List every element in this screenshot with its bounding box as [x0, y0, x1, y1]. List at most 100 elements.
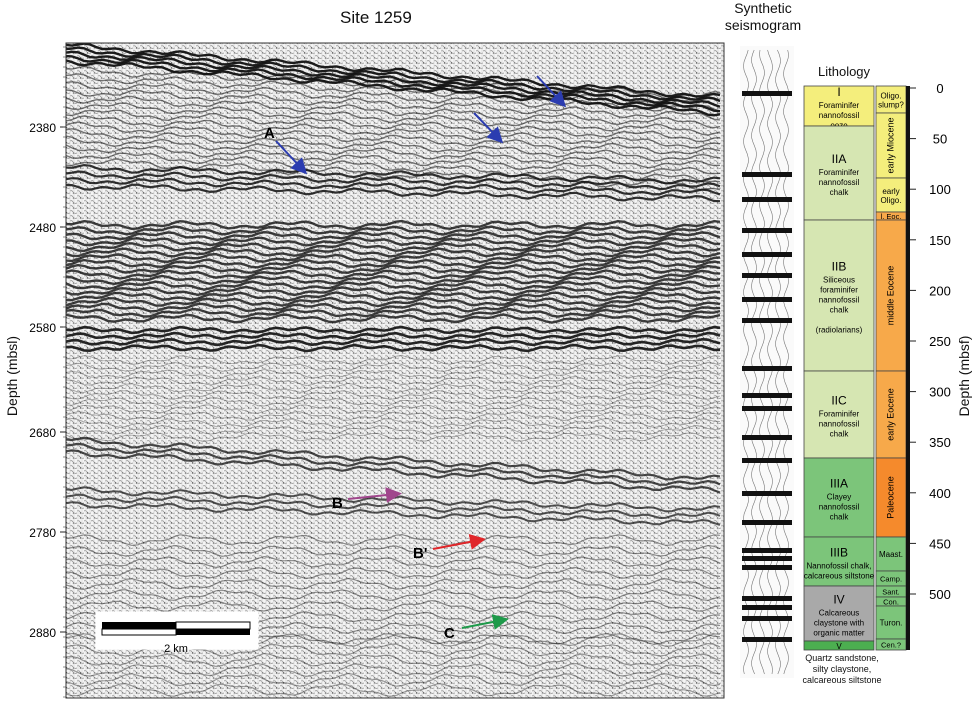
age-unit-label: Camp.: [880, 575, 902, 584]
synthetic-band: [742, 616, 792, 621]
right-tick-label: 500: [929, 587, 951, 602]
synthetic-band: [742, 548, 792, 553]
synthetic-band: [742, 435, 792, 440]
synthetic-band: [742, 228, 792, 233]
bottom-note-line2: silty claystone,: [812, 664, 872, 674]
scale-bar: 2 km: [95, 611, 259, 655]
lith-unit-desc: Foraminifer: [819, 101, 860, 110]
synthetic-band: [742, 565, 792, 570]
label-c: C: [444, 625, 455, 642]
lith-unit-code: IIB: [832, 260, 847, 274]
synthetic-band: [742, 318, 792, 323]
left-tick-label: 2580: [29, 321, 56, 335]
right-tick-label: 450: [929, 536, 951, 551]
lith-unit-desc: chalk: [830, 513, 850, 522]
age-unit-label: Oligo.: [881, 92, 902, 101]
label-b-prime: B': [413, 545, 427, 562]
synthetic-band: [742, 297, 792, 302]
synthetic-band: [742, 393, 792, 398]
lith-unit-desc: nannofossil: [819, 503, 860, 512]
lith-unit-desc: chalk: [830, 188, 850, 197]
lith-unit-desc: Calcareous: [819, 609, 859, 618]
lithology-column: IForaminifernannofossiloozeIIAForaminife…: [803, 85, 875, 651]
age-column: Oligo.slump?early MioceneearlyOligo.l. E…: [875, 85, 910, 651]
age-unit-label: Turon.: [880, 619, 903, 628]
lith-unit-desc: nannofossil: [819, 420, 860, 429]
left-tick-label: 2680: [29, 426, 56, 440]
age-unit-label: middle Eocene: [885, 266, 895, 326]
lith-unit-desc: foraminifer: [820, 286, 858, 295]
synthetic-band: [742, 172, 792, 177]
right-tick-label: 150: [929, 233, 951, 248]
synthetic-band: [742, 637, 792, 642]
label-b: B: [332, 495, 343, 512]
lith-unit-desc: nannofossil: [819, 111, 860, 120]
lith-unit-desc: chalk: [830, 430, 850, 439]
lith-unit-desc: nannofossil: [819, 178, 860, 187]
age-unit-label: slump?: [878, 101, 904, 110]
age-unit-label: early: [882, 187, 899, 196]
synthetic-band: [742, 273, 792, 278]
age-unit-label: early Miocene: [885, 117, 895, 173]
synthetic-band: [742, 252, 792, 257]
lith-unit-desc: Siliceous: [823, 276, 855, 285]
left-tick-label: 2380: [29, 121, 56, 135]
lith-unit-code: IIIA: [830, 477, 848, 491]
right-tick-label: 400: [929, 486, 951, 501]
right-tick-label: 300: [929, 385, 951, 400]
synthetic-band: [742, 366, 792, 371]
synthetic-band: [742, 91, 792, 96]
lith-unit-code: I: [837, 85, 840, 99]
age-column-edge: [906, 86, 910, 650]
lith-unit-code: V: [836, 642, 842, 651]
lith-unit-desc: Nannofossil chalk,: [807, 562, 872, 571]
age-unit-label: Cen.?: [881, 641, 901, 650]
synthetic-band: [742, 520, 792, 525]
synthetic-seismogram: [740, 46, 794, 678]
right-tick-label: 250: [929, 334, 951, 349]
seismic-profile: [66, 43, 724, 698]
bottom-note-line1: Quartz sandstone,: [805, 653, 879, 663]
lith-unit-code: IIC: [831, 394, 847, 408]
bottom-note-line3: calcareous siltstone: [802, 675, 882, 685]
synthetic-band: [742, 596, 792, 601]
synthetic-band: [742, 458, 792, 463]
bottom-unit-note: Quartz sandstone, silty claystone, calca…: [796, 653, 888, 686]
age-unit-label: Paleocene: [885, 476, 895, 519]
right-tick-label: 350: [929, 435, 951, 450]
right-tick-label: 50: [933, 132, 947, 147]
synthetic-band: [742, 556, 792, 561]
label-a: A: [264, 125, 275, 142]
lith-unit-desc: calcareous siltstone: [804, 572, 875, 581]
right-axis: 0 50 100 150 200 250 300 350 400 450 500: [910, 81, 951, 602]
left-axis: 2380 2480 2580 2680 2780 2880: [29, 46, 66, 698]
lith-unit-code: IIA: [832, 152, 847, 166]
synthetic-band: [742, 406, 792, 411]
age-unit-label: Sant.: [882, 588, 900, 597]
lith-unit-desc: (radiolarians): [816, 326, 863, 335]
lith-unit-desc: Foraminifer: [819, 168, 860, 177]
left-tick-label: 2880: [29, 626, 56, 640]
right-tick-label: 100: [929, 182, 951, 197]
lith-unit-desc: Clayey: [827, 493, 851, 502]
age-unit-label: Con.: [883, 598, 899, 607]
right-tick-label: 0: [936, 81, 943, 96]
scale-bar-label: 2 km: [164, 643, 188, 655]
right-tick-label: 200: [929, 283, 951, 298]
lith-unit-desc: organic matter: [813, 629, 864, 638]
left-tick-label: 2480: [29, 221, 56, 235]
synthetic-band: [742, 491, 792, 496]
synthetic-band: [742, 605, 792, 610]
age-unit-label: Maast.: [879, 550, 903, 559]
lith-unit-desc: chalk: [830, 306, 850, 315]
lith-unit-code: IIIB: [830, 546, 848, 560]
left-tick-label: 2780: [29, 526, 56, 540]
figure-canvas: 2380 2480 2580 2680 2780 2880 2 km A B B' C I…: [29, 42, 951, 699]
lith-unit-desc: nannofossil: [819, 296, 860, 305]
age-unit-label: early Eocene: [885, 388, 895, 441]
lith-unit-code: IV: [833, 593, 844, 607]
synthetic-band: [742, 197, 792, 202]
lith-unit-desc: claystone with: [814, 619, 864, 628]
age-unit-label: Oligo.: [881, 196, 902, 205]
lith-unit-desc: Foraminifer: [819, 410, 860, 419]
